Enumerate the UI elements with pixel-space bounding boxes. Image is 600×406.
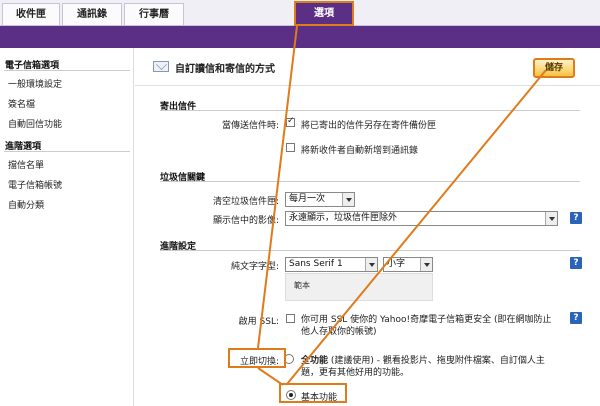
- sidebar-item-filters[interactable]: 自動分類: [8, 198, 44, 211]
- chevron-down-icon: [420, 258, 432, 271]
- sidebar-item-blocked[interactable]: 擋信名單: [8, 158, 44, 171]
- page-title: 自訂讀信和寄信的方式: [175, 64, 275, 75]
- help-icon[interactable]: ?: [570, 257, 582, 269]
- empty-spam-label: 清空垃圾信件匣:: [212, 197, 279, 207]
- sidebar-item-auto-reply[interactable]: 自動回信功能: [8, 117, 62, 130]
- chevron-down-icon: [545, 212, 557, 225]
- section-divider: [160, 181, 580, 182]
- empty-spam-value: 每月一次: [289, 194, 326, 204]
- font-value: Sans Serif 1: [289, 259, 343, 269]
- sidebar-divider: [4, 70, 130, 71]
- sidebar: 電子信箱選項 一般環境設定 簽名檔 自動回信功能 進階選項 擋信名單 電子信箱帳…: [0, 48, 134, 406]
- sidebar-divider: [4, 151, 130, 152]
- full-feature-line2: 題，更有其他好用的功能。: [301, 368, 410, 378]
- font-sample-box: 範本: [285, 273, 433, 301]
- annotation-box-switch: [228, 348, 286, 368]
- font-select[interactable]: Sans Serif 1: [285, 257, 378, 272]
- add-recipients-label: 將新收件者自動新增到通訊錄: [301, 146, 419, 156]
- envelope-icon: [153, 61, 169, 72]
- main-panel: 自訂讀信和寄信的方式 儲存 寄出信件 當傳送信件時: 將已寄出的信件另存在寄件備…: [135, 48, 600, 406]
- tab-options[interactable]: 選項: [294, 1, 354, 26]
- add-recipients-checkbox[interactable]: [286, 143, 295, 152]
- header-divider: [135, 85, 600, 86]
- font-size-value: 小字: [387, 259, 406, 269]
- save-sent-checkbox[interactable]: [286, 116, 295, 127]
- font-size-select[interactable]: 小字: [383, 257, 433, 272]
- sidebar-item-accounts[interactable]: 電子信箱帳號: [8, 178, 62, 191]
- section-divider: [160, 110, 580, 111]
- show-images-select[interactable]: 永遠顯示，垃圾信件匣除外: [285, 211, 558, 226]
- sidebar-item-general[interactable]: 一般環境設定: [8, 77, 62, 90]
- ssl-description-line2: 他人存取你的帳號): [301, 327, 377, 337]
- sidebar-item-signature[interactable]: 簽名檔: [8, 97, 35, 110]
- tab-inbox[interactable]: 收件匣: [2, 3, 60, 25]
- help-icon[interactable]: ?: [570, 312, 582, 324]
- empty-spam-select[interactable]: 每月一次: [285, 192, 355, 207]
- tab-contacts[interactable]: 通訊錄: [62, 3, 122, 25]
- chevron-down-icon: [342, 193, 354, 206]
- save-sent-label: 將已寄出的信件另存在寄件備份匣: [301, 121, 437, 131]
- tab-calendar[interactable]: 行事曆: [124, 3, 184, 25]
- top-tab-bar: 收件匣 通訊錄 行事曆 選項: [0, 0, 600, 26]
- section-divider: [160, 250, 580, 251]
- help-icon[interactable]: ?: [570, 212, 582, 224]
- show-images-value: 永遠顯示，垃圾信件匣除外: [289, 213, 398, 223]
- save-button[interactable]: 儲存: [533, 58, 575, 78]
- show-images-label: 顯示信中的影像:: [212, 216, 279, 226]
- annotation-box-basic: [279, 383, 347, 403]
- chevron-down-icon: [365, 258, 377, 271]
- font-label: 純文字字型:: [230, 262, 279, 272]
- ssl-label: 啟用 SSL:: [238, 317, 279, 327]
- when-sending-label: 當傳送信件時:: [221, 121, 279, 131]
- font-sample-text: 範本: [294, 281, 310, 290]
- brand-bar: [0, 26, 600, 48]
- ssl-checkbox[interactable]: [286, 314, 295, 323]
